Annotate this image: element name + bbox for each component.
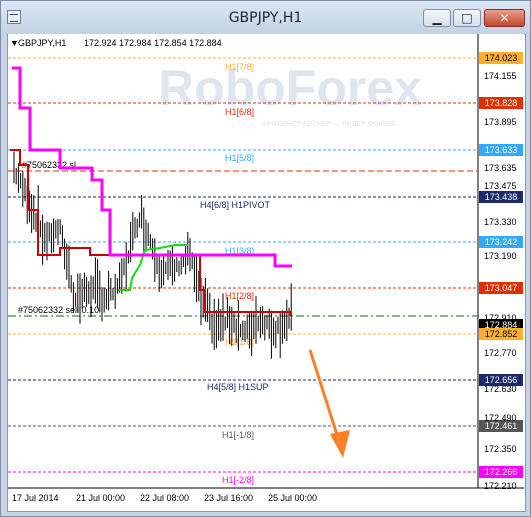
y-tick: 172.770: [484, 348, 517, 358]
collapse-icon[interactable]: ▼: [10, 38, 19, 48]
level-label: H1[-1/8]: [222, 430, 254, 440]
symbol-label: GBPJPY,H1: [18, 38, 66, 48]
y-tick: 172.210: [484, 481, 517, 491]
level-label: H1[2/8]: [225, 291, 254, 301]
watermark-brand: RoboForex: [158, 60, 422, 116]
level-label: H1[5/8]: [225, 153, 254, 163]
y-tick: 172.350: [484, 444, 517, 454]
level-label: H1[-2/8]: [222, 475, 254, 485]
x-tick: 25 Jul 00:00: [268, 493, 317, 503]
x-tick: 23 Jul 16:00: [204, 493, 253, 503]
x-tick: 21 Jul 00:00: [76, 493, 125, 503]
y-tick: 173.635: [484, 163, 517, 173]
x-tick: 17 Jul 2014: [12, 493, 59, 503]
y-tick: 173.895: [484, 117, 517, 127]
watermark-tagline: ИНТЕРНЕТ-БРОКЕР — ЛИДЕР ФОРЕКС: [263, 121, 397, 128]
price-tag: 173.438: [485, 192, 518, 202]
level-label: H1[6/8]: [225, 107, 254, 117]
level-label: H1[7/8]: [225, 62, 254, 72]
y-tick: 172.490: [484, 413, 517, 423]
y-tick: 172.910: [484, 313, 517, 323]
price-tag: 173.242: [485, 237, 518, 247]
price-tag: 173.047: [485, 283, 518, 293]
y-tick: 174.155: [484, 71, 517, 81]
quote-values: 172.924 172.984 172.854 172.884: [84, 38, 222, 48]
price-chart[interactable]: RoboForex ИНТЕРНЕТ-БРОКЕР — ЛИДЕР ФОРЕКС…: [0, 0, 531, 517]
price-tag: 172.852: [485, 329, 518, 339]
y-tick: 173.475: [484, 181, 517, 191]
level-label: H4[6/8] H1PIVOT: [200, 200, 271, 210]
price-tag: 173.828: [485, 98, 518, 108]
x-axis-ticks: 17 Jul 2014 21 Jul 00:00 22 Jul 08:00 23…: [12, 493, 317, 503]
price-tag: 174.023: [485, 53, 518, 63]
level-label: H4[5/8] H1SUP: [207, 382, 269, 392]
y-tick: 173.190: [484, 251, 517, 261]
y-tick: 172.630: [484, 384, 517, 394]
price-tag: 173.633: [485, 145, 518, 155]
x-tick: 22 Jul 08:00: [140, 493, 189, 503]
y-tick: 173.330: [484, 217, 517, 227]
price-tag: 172.266: [485, 467, 518, 477]
